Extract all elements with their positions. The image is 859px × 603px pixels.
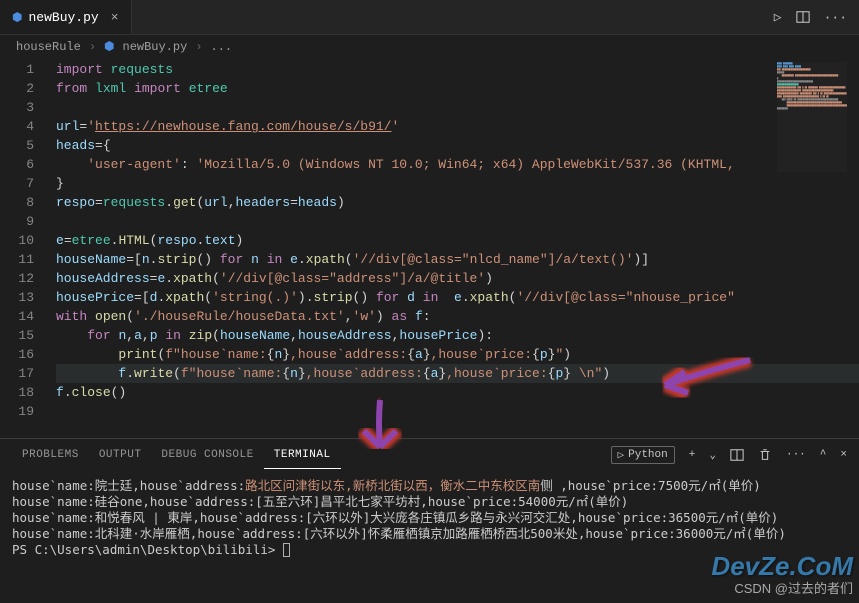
breadcrumb-file[interactable]: newBuy.py	[123, 40, 188, 54]
code-line[interactable]: houseAddress=e.xpath('//div[@class="addr…	[56, 269, 859, 288]
code-line[interactable]: from lxml import etree	[56, 79, 859, 98]
more-icon[interactable]: ···	[824, 10, 847, 25]
tab-filename: newBuy.py	[28, 10, 98, 25]
code-line[interactable]: housePrice=[d.xpath('string(.)').strip()…	[56, 288, 859, 307]
code-line[interactable]: print(f"house`name:{n},house`address:{a}…	[56, 345, 859, 364]
code-line[interactable]: url='https://newhouse.fang.com/house/s/b…	[56, 117, 859, 136]
code-line[interactable]	[56, 402, 859, 421]
terminal-line: house`name:北科建·水岸雁栖,house`address:[六环以外]…	[12, 526, 847, 542]
tab-output[interactable]: OUTPUT	[89, 449, 152, 461]
python-icon: ⬢	[12, 10, 22, 25]
line-number: 4	[0, 117, 34, 136]
line-number: 5	[0, 136, 34, 155]
chevron-down-icon[interactable]: ⌄	[709, 448, 716, 462]
tab-terminal[interactable]: TERMINAL	[264, 449, 341, 469]
terminal-prompt[interactable]: PS C:\Users\admin\Desktop\bilibili>	[12, 542, 847, 558]
code-line[interactable]: for n,a,p in zip(houseName,houseAddress,…	[56, 326, 859, 345]
code-line[interactable]: }	[56, 174, 859, 193]
code-line[interactable]	[56, 212, 859, 231]
line-number: 2	[0, 79, 34, 98]
split-terminal-icon[interactable]	[730, 448, 744, 462]
close-panel-icon[interactable]: ×	[840, 449, 847, 461]
line-number: 12	[0, 269, 34, 288]
split-editor-icon[interactable]	[796, 10, 810, 25]
line-number: 16	[0, 345, 34, 364]
line-number: 18	[0, 383, 34, 402]
line-number: 1	[0, 60, 34, 79]
terminal-line: house`name:硅谷one,house`address:[五至六环]昌平北…	[12, 494, 847, 510]
panel-tabs: PROBLEMS OUTPUT DEBUG CONSOLE TERMINAL ▷…	[0, 438, 859, 470]
add-terminal-icon[interactable]: +	[689, 449, 696, 461]
line-number: 13	[0, 288, 34, 307]
line-number: 7	[0, 174, 34, 193]
python-icon: ⬢	[104, 39, 114, 54]
code-line[interactable]: heads={	[56, 136, 859, 155]
panel-actions: ▷ Python + ⌄ ··· ^ ×	[611, 446, 848, 464]
code-line[interactable]: 'user-agent': 'Mozilla/5.0 (Windows NT 1…	[56, 155, 859, 174]
code-line[interactable]: with open('./houseRule/houseData.txt','w…	[56, 307, 859, 326]
editor[interactable]: 12345678910111213141516171819 import req…	[0, 58, 859, 438]
more-icon[interactable]: ···	[786, 449, 806, 461]
code-line[interactable]: e=etree.HTML(respo.text)	[56, 231, 859, 250]
shell-selector[interactable]: ▷ Python	[611, 446, 675, 464]
line-number: 14	[0, 307, 34, 326]
editor-tab[interactable]: ⬢ newBuy.py ×	[0, 0, 132, 34]
tab-debug[interactable]: DEBUG CONSOLE	[151, 449, 263, 461]
line-number: 10	[0, 231, 34, 250]
line-number: 8	[0, 193, 34, 212]
terminal-line: house`name:院士廷,house`address:路北区问津街以东,新桥…	[12, 478, 847, 494]
code-line[interactable]: f.write(f"house`name:{n},house`address:{…	[56, 364, 859, 383]
line-gutter: 12345678910111213141516171819	[0, 58, 42, 438]
chevron-right-icon: ›	[195, 40, 202, 54]
code-line[interactable]: import requests	[56, 60, 859, 79]
line-number: 3	[0, 98, 34, 117]
close-icon[interactable]: ×	[111, 10, 119, 25]
terminal-output[interactable]: house`name:院士廷,house`address:路北区问津街以东,新桥…	[0, 470, 859, 566]
terminal-line: house`name:和悦春风 | 東岸,house`address:[六环以外…	[12, 510, 847, 526]
minimap[interactable]: ████ ████████ ████ ████ ████ █████ ███ █…	[777, 62, 847, 172]
line-number: 9	[0, 212, 34, 231]
run-icon[interactable]: ▷	[774, 10, 782, 25]
line-number: 6	[0, 155, 34, 174]
code-line[interactable]: respo=requests.get(url,headers=heads)	[56, 193, 859, 212]
watermark-credit: CSDN @过去的者们	[711, 578, 853, 597]
code-line[interactable]	[56, 98, 859, 117]
chevron-right-icon: ›	[89, 40, 96, 54]
editor-actions: ▷ ···	[774, 10, 859, 25]
breadcrumb-suffix[interactable]: ...	[211, 40, 233, 54]
line-number: 15	[0, 326, 34, 345]
breadcrumb[interactable]: houseRule › ⬢ newBuy.py › ...	[0, 35, 859, 58]
tab-bar: ⬢ newBuy.py × ▷ ···	[0, 0, 859, 35]
code-area[interactable]: import requestsfrom lxml import etree url…	[42, 58, 859, 438]
code-line[interactable]: f.close()	[56, 383, 859, 402]
breadcrumb-folder[interactable]: houseRule	[16, 40, 81, 54]
code-line[interactable]: houseName=[n.strip() for n in e.xpath('/…	[56, 250, 859, 269]
debug-icon: ▷	[618, 448, 625, 462]
maximize-icon[interactable]: ^	[820, 449, 827, 461]
tab-problems[interactable]: PROBLEMS	[12, 449, 89, 461]
trash-icon[interactable]	[758, 448, 772, 462]
line-number: 11	[0, 250, 34, 269]
line-number: 17	[0, 364, 34, 383]
line-number: 19	[0, 402, 34, 421]
